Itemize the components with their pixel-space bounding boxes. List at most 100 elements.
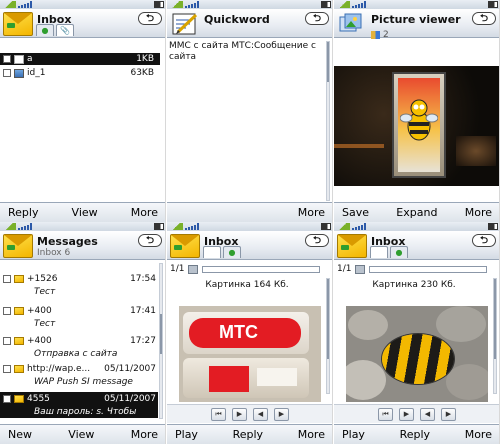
back-button[interactable]: ⮌ xyxy=(305,234,329,247)
message-preview: Тест xyxy=(34,287,56,297)
checkbox[interactable] xyxy=(3,69,11,77)
slide-icon xyxy=(188,264,199,274)
play-softkey[interactable]: Play xyxy=(171,427,202,442)
reply-softkey[interactable]: Reply xyxy=(396,427,434,442)
scroll-thumb[interactable] xyxy=(327,279,329,359)
status-bar xyxy=(334,222,499,231)
stone xyxy=(446,364,488,400)
play-button[interactable]: ▶ xyxy=(232,407,247,421)
page-indicator: 1/1 xyxy=(337,264,352,274)
message-preview: Отправка с сайта xyxy=(34,349,118,359)
back-button[interactable]: ⮌ xyxy=(305,12,329,25)
scrollbar[interactable] xyxy=(159,263,163,419)
back-button[interactable]: ⮌ xyxy=(472,234,496,247)
inbox-mms-screen: Inbox ⮌ ● 1/1 Картинка 164 Кб. МТС ⏮ ▶ ◀… xyxy=(167,222,333,444)
image-file-icon xyxy=(14,68,24,78)
checkbox[interactable] xyxy=(3,365,11,373)
signal-icon xyxy=(169,223,183,230)
egg-box-photo: МТС xyxy=(179,306,321,402)
scrollbar[interactable] xyxy=(493,278,497,394)
expand-softkey[interactable]: Expand xyxy=(392,205,441,220)
message-sender: http://wap.e... xyxy=(27,364,91,374)
message-time: 05/11/2007 xyxy=(104,364,156,374)
center-softkey[interactable] xyxy=(232,212,240,214)
scrollbar[interactable] xyxy=(326,41,330,201)
skip-back-button[interactable]: ⏮ xyxy=(211,407,226,421)
play-button[interactable]: ▶ xyxy=(399,407,414,421)
checkbox[interactable] xyxy=(3,337,11,345)
quickword-icon xyxy=(172,13,198,35)
save-softkey[interactable]: Save xyxy=(338,205,373,220)
message-row[interactable]: +1526 17:54 xyxy=(0,272,158,286)
tab-slide[interactable] xyxy=(203,246,221,258)
skip-back-button[interactable]: ⏮ xyxy=(378,407,393,421)
attachment-size: 63KB xyxy=(130,68,154,78)
signal-icon xyxy=(2,223,16,230)
tab-attachments[interactable]: 📎 xyxy=(56,24,74,36)
message-row[interactable]: +400 17:27 xyxy=(0,334,158,348)
message-sender: +400 xyxy=(27,306,52,316)
message-sender: 4555 xyxy=(27,394,50,404)
new-softkey[interactable]: New xyxy=(4,427,36,442)
next-button[interactable]: ▶ xyxy=(441,407,456,421)
quickword-screen: Quickword ⮌ ММС с сайта МТС:Сообщение с … xyxy=(167,0,333,222)
scrollbar[interactable] xyxy=(326,278,330,394)
attachment-row[interactable]: id_1 63KB xyxy=(0,67,160,79)
message-row-selected[interactable]: 4555 05/11/2007 xyxy=(0,392,158,406)
bee-striped-stone xyxy=(382,334,454,384)
more-softkey[interactable]: More xyxy=(461,427,496,442)
more-softkey[interactable]: More xyxy=(461,205,496,220)
battery-icon xyxy=(154,223,164,230)
more-softkey[interactable]: More xyxy=(294,205,329,220)
tab-slide[interactable] xyxy=(370,246,388,258)
signal-icon xyxy=(336,1,350,8)
inbox-attachments-screen: Inbox ⮌ ● 📎 a 1KB id_1 63KB Reply View M… xyxy=(0,0,166,222)
message-time: 17:54 xyxy=(130,274,156,284)
more-softkey[interactable]: More xyxy=(294,427,329,442)
back-button[interactable]: ⮌ xyxy=(138,12,162,25)
message-row[interactable]: http://wap.e... 05/11/2007 xyxy=(0,362,158,376)
battery-icon xyxy=(154,1,164,8)
scroll-thumb[interactable] xyxy=(494,279,496,359)
message-preview: Ваш пароль: s. Чтобы см... xyxy=(0,406,158,429)
softkey-bar: Reply View More xyxy=(0,202,165,222)
checkbox[interactable] xyxy=(3,55,11,63)
picture-viewer-icon xyxy=(339,13,362,32)
left-softkey[interactable] xyxy=(171,212,179,214)
battery-icon xyxy=(488,223,498,230)
document-text: ММС с сайта МТС:Сообщение с сайта xyxy=(169,41,316,62)
scroll-thumb[interactable] xyxy=(327,42,329,82)
message-time: 05/11/2007 xyxy=(104,394,156,404)
back-button[interactable]: ⮌ xyxy=(472,12,496,25)
message-row[interactable]: +400 17:41 xyxy=(0,304,158,318)
checkbox[interactable] xyxy=(3,395,11,403)
scroll-thumb[interactable] xyxy=(160,314,162,354)
softkey-bar: Save Expand More xyxy=(334,202,499,222)
view-softkey[interactable]: View xyxy=(68,205,102,220)
reply-softkey[interactable]: Reply xyxy=(229,427,267,442)
status-bar xyxy=(167,0,332,9)
more-softkey[interactable]: More xyxy=(127,427,162,442)
tab-attachments[interactable]: ● xyxy=(223,246,241,258)
checkbox[interactable] xyxy=(3,275,11,283)
envelope-icon xyxy=(3,12,33,36)
tab-attachments[interactable]: ● xyxy=(390,246,408,258)
view-softkey[interactable]: View xyxy=(64,427,98,442)
attachment-name: id_1 xyxy=(27,68,46,78)
status-bar xyxy=(334,0,499,9)
carton-label xyxy=(209,366,249,392)
back-button[interactable]: ⮌ xyxy=(138,234,162,247)
stones-photo xyxy=(346,306,488,402)
play-softkey[interactable]: Play xyxy=(338,427,369,442)
checkbox[interactable] xyxy=(3,307,11,315)
next-button[interactable]: ▶ xyxy=(274,407,289,421)
tab-message[interactable]: ● xyxy=(36,24,54,36)
picture-viewer-screen: Picture viewer ⮌ 2 Save Expand More xyxy=(334,0,500,222)
more-softkey[interactable]: More xyxy=(127,205,162,220)
status-bar xyxy=(167,222,332,231)
carton-label-text-area xyxy=(257,368,297,386)
previous-button[interactable]: ◀ xyxy=(253,407,268,421)
previous-button[interactable]: ◀ xyxy=(420,407,435,421)
reply-softkey[interactable]: Reply xyxy=(4,205,42,220)
attachment-row[interactable]: a 1KB xyxy=(0,53,160,65)
